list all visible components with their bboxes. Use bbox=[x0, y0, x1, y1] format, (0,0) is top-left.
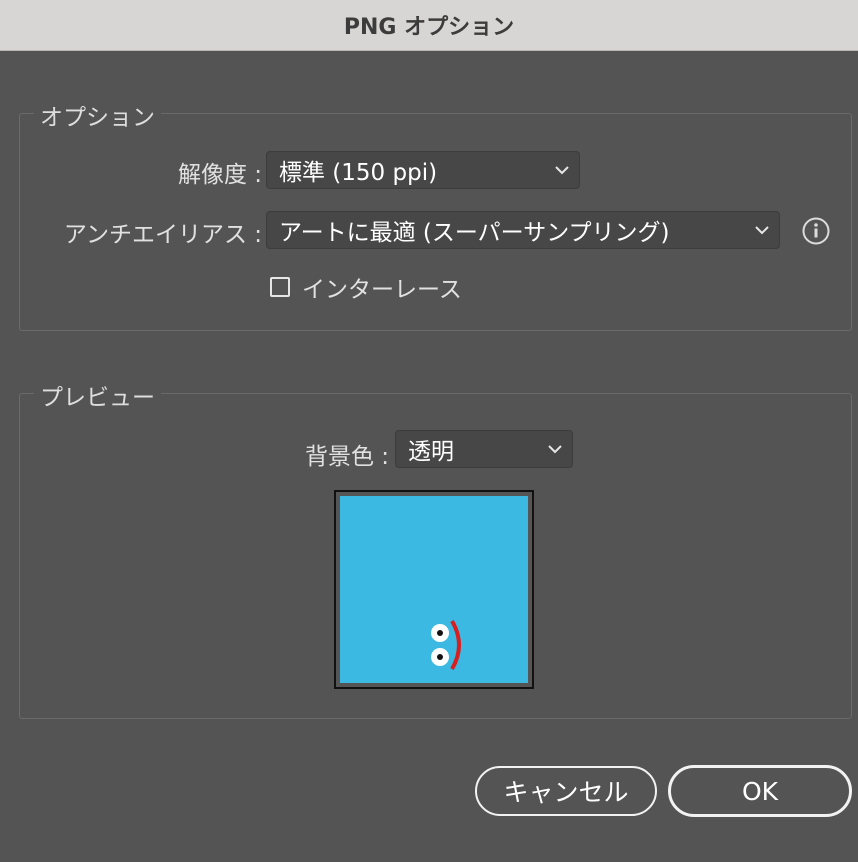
cancel-button[interactable]: キャンセル bbox=[475, 766, 657, 816]
background-color-select[interactable]: 透明 bbox=[395, 430, 573, 468]
resolution-label: 解像度 : bbox=[177, 162, 262, 188]
resolution-value: 標準 (150 ppi) bbox=[279, 160, 438, 186]
cancel-button-label: キャンセル bbox=[503, 778, 629, 807]
window-title: PNG オプション bbox=[343, 15, 515, 40]
antialias-value: アートに最適 (スーパーサンプリング) bbox=[279, 220, 670, 246]
info-icon[interactable] bbox=[801, 216, 831, 246]
ok-button[interactable]: OK bbox=[668, 765, 852, 817]
preview-artwork bbox=[340, 496, 528, 683]
ok-button-label: OK bbox=[741, 776, 779, 806]
title-bar: PNG オプション bbox=[0, 0, 858, 51]
antialias-label: アンチエイリアス : bbox=[63, 222, 262, 248]
chevron-down-icon bbox=[538, 431, 572, 467]
chevron-down-icon bbox=[545, 152, 579, 188]
resolution-select[interactable]: 標準 (150 ppi) bbox=[266, 151, 580, 189]
preview-thumbnail bbox=[334, 490, 534, 689]
background-color-label: 背景色 : bbox=[304, 444, 389, 470]
antialias-select[interactable]: アートに最適 (スーパーサンプリング) bbox=[266, 211, 780, 249]
preview-group-legend: プレビュー bbox=[34, 378, 161, 412]
options-group-legend: オプション bbox=[34, 98, 161, 132]
chevron-down-icon bbox=[745, 212, 779, 248]
background-color-value: 透明 bbox=[408, 439, 454, 465]
interlace-label[interactable]: インターレース bbox=[302, 270, 462, 304]
interlace-checkbox[interactable] bbox=[270, 277, 290, 297]
